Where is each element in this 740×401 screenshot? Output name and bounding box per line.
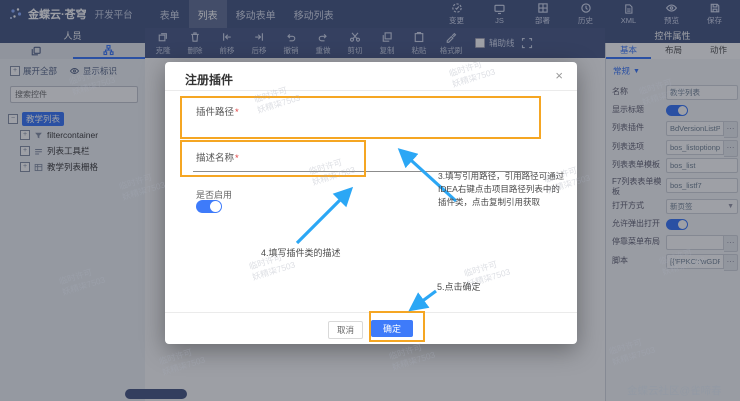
close-icon[interactable]: × [555,68,563,83]
list-designer-app: 金蝶云·苍穹 开发平台 表单 列表 移动表单 移动列表 变更 JS 部署 历史 [0,0,740,401]
plugin-path-label: 插件路径* [196,104,239,118]
enable-toggle[interactable] [196,200,222,213]
plugin-path-input[interactable] [193,117,532,137]
dialog-title: 注册插件 [185,71,233,88]
description-name-label: 描述名称* [196,150,239,164]
register-plugin-dialog: 注册插件 × 插件路径* 描述名称* 是否启用 取消 确定 [165,62,577,344]
ok-button[interactable]: 确定 [371,320,413,337]
description-name-input[interactable] [193,171,532,172]
cancel-button[interactable]: 取消 [328,321,363,339]
